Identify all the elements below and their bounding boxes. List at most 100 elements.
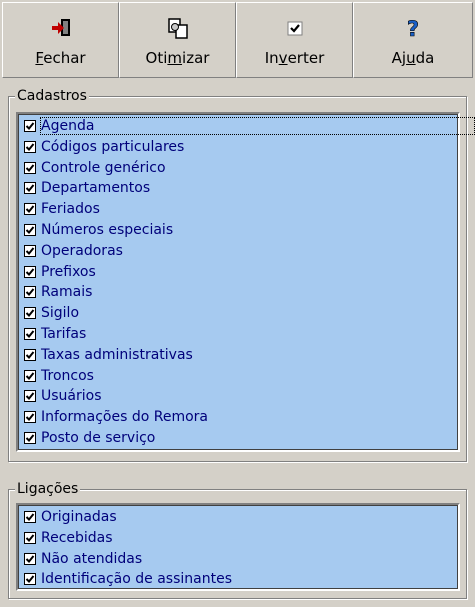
list-item-label: Informações do Remora [41, 409, 208, 426]
list-item-label: Tarifas [41, 326, 87, 342]
cadastros-list-item[interactable]: Posto de serviço [24, 428, 155, 448]
checkbox[interactable] [24, 573, 36, 586]
cadastros-list-item[interactable]: Códigos particulares [24, 137, 184, 157]
list-item-label: Recebidas [41, 529, 113, 546]
cadastros-list[interactable]: Agenda Códigos particulares Controle genér… [16, 112, 475, 452]
checkmark-icon [25, 371, 35, 380]
checkmark-icon [25, 434, 35, 442]
checkbox[interactable] [24, 161, 36, 174]
checkmark-icon [25, 122, 35, 130]
checkbox[interactable] [24, 390, 36, 403]
list-item-label: Posto de serviço [41, 430, 156, 446]
exit-door-icon [51, 19, 70, 36]
list-item-label: Taxas administrativas [41, 346, 193, 363]
checkbox[interactable] [24, 244, 36, 257]
list-item-label: Troncos [41, 367, 94, 384]
checkmark-icon [25, 288, 35, 297]
list-item-label: Operadoras [41, 242, 123, 259]
cadastros-list-item[interactable]: Troncos [24, 366, 94, 386]
cadastros-list-item[interactable]: Taxas administrativas [24, 345, 193, 365]
help-question-icon: ? [407, 17, 420, 39]
cadastros-list-item[interactable]: Agenda [24, 116, 475, 136]
inverter-button[interactable]: Inverter [236, 2, 353, 78]
inverter-label: Inverter [264, 49, 325, 67]
cadastros-list-item[interactable]: Controle genérico [24, 158, 166, 178]
ligacoes-list-item[interactable]: Originadas [24, 507, 117, 527]
list-item-label: Agenda [39, 117, 475, 135]
checkbox[interactable] [24, 140, 36, 153]
list-item-label: Originadas [41, 509, 117, 525]
checkmark-icon [25, 163, 35, 172]
checkmark-icon [25, 143, 35, 151]
fechar-button[interactable]: Fechar [2, 2, 119, 78]
list-item-label: Não atendidas [41, 550, 143, 567]
otimizar-label: Otimizar [145, 49, 210, 67]
cadastros-list-item[interactable]: Feriados [24, 199, 100, 219]
checkmark-icon [25, 184, 35, 193]
list-item-label: Prefixos [41, 263, 96, 280]
cadastros-group-title: Cadastros [15, 87, 89, 105]
checkbox[interactable] [24, 411, 36, 424]
toolbar: Fechar Otimizar Inverter ? Ajuda [2, 2, 473, 78]
checkmark-icon [25, 226, 35, 234]
list-item-label: Usuários [41, 388, 102, 405]
list-item-label: Sigilo [41, 305, 80, 322]
checkbox[interactable] [24, 120, 36, 132]
checkbox[interactable] [24, 369, 36, 382]
list-item-label: Controle genérico [41, 159, 166, 176]
checkmark-icon [25, 309, 35, 318]
checkbox[interactable] [24, 307, 36, 320]
fechar-label: Fechar [35, 49, 86, 67]
checkmark-icon [25, 513, 35, 521]
checkbox[interactable] [24, 328, 36, 340]
list-item-label: Identificação de assinantes [41, 571, 232, 588]
checkbox[interactable] [24, 552, 36, 565]
checkmark-icon [287, 21, 302, 36]
checkbox[interactable] [24, 203, 36, 216]
ligacoes-list-item[interactable]: Identificação de assinantes [24, 569, 232, 589]
checkbox[interactable] [24, 224, 36, 236]
svg-text:?: ? [407, 17, 419, 39]
ligacoes-group: Ligações Originadas Recebidas Não atendida… [8, 480, 467, 599]
checkbox[interactable] [24, 348, 36, 361]
cadastros-list-item[interactable]: Ramais [24, 282, 92, 302]
list-item-label: Números especiais [41, 222, 174, 238]
cadastros-list-item[interactable]: Usuários [24, 386, 102, 406]
ligacoes-list-item[interactable]: Não atendidas [24, 549, 142, 569]
checkmark-icon [25, 575, 35, 584]
ajuda-button[interactable]: ? Ajuda [353, 2, 473, 78]
optimize-documents-icon [167, 18, 188, 39]
ligacoes-list-item[interactable]: Recebidas [24, 528, 113, 548]
ligacoes-list[interactable]: Originadas Recebidas Não atendidas Identifi… [16, 503, 460, 591]
checkmark-icon [25, 267, 35, 276]
checkmark-icon [25, 247, 35, 255]
cadastros-list-item[interactable]: Operadoras [24, 241, 123, 261]
cadastros-list-item[interactable]: Números especiais [24, 220, 173, 240]
list-item-label: Códigos particulares [41, 138, 185, 155]
ajuda-label: Ajuda [391, 49, 435, 67]
checkmark-icon [25, 534, 35, 542]
cadastros-list-item[interactable]: Tarifas [24, 324, 86, 344]
list-item-label: Feriados [41, 201, 100, 218]
checkbox[interactable] [24, 511, 36, 523]
checkbox[interactable] [24, 286, 36, 299]
cadastros-list-item[interactable]: Prefixos [24, 262, 96, 282]
checkmark-icon [25, 351, 35, 359]
cadastros-group: Cadastros Agenda Códigos particulares Cont… [8, 87, 475, 462]
checkbox[interactable] [24, 182, 36, 195]
cadastros-list-item[interactable]: Informações do Remora [24, 407, 208, 427]
checkmark-icon [25, 413, 35, 422]
list-item-label: Ramais [41, 284, 93, 301]
ligacoes-group-title: Ligações [15, 480, 81, 498]
cadastros-list-item[interactable]: Sigilo [24, 303, 79, 323]
checkmark-icon [25, 205, 35, 214]
cadastros-list-item[interactable]: Departamentos [24, 178, 150, 198]
checkmark-icon [25, 554, 35, 563]
checkbox[interactable] [24, 432, 36, 444]
otimizar-button[interactable]: Otimizar [119, 2, 236, 78]
checkmark-icon [25, 330, 35, 338]
list-item-label: Departamentos [41, 180, 151, 197]
checkbox[interactable] [24, 531, 36, 544]
checkmark-icon [25, 392, 35, 401]
checkbox[interactable] [24, 265, 36, 278]
